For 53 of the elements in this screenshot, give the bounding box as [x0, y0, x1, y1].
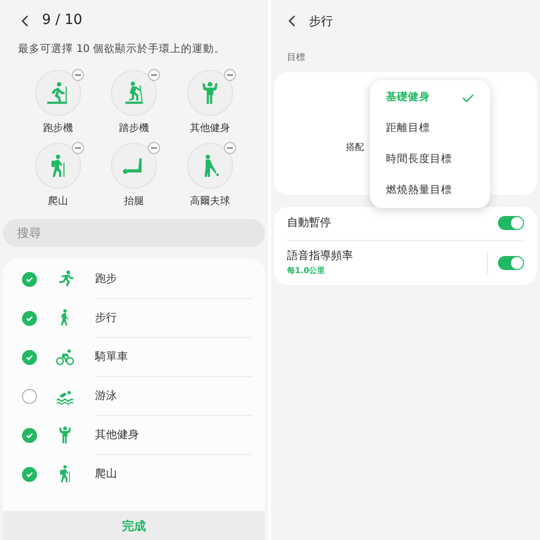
- check-icon: [25, 430, 34, 440]
- sport-name: 跑步: [95, 270, 117, 286]
- sport-label: 其他健身: [190, 122, 230, 136]
- sport-tile[interactable]: [187, 70, 233, 116]
- screen-title: 步行: [309, 12, 333, 30]
- screen-title: 9 / 10: [42, 11, 82, 30]
- check-icon: [25, 274, 34, 284]
- sport-label: 跑步機: [43, 122, 73, 136]
- back-icon[interactable]: [20, 14, 30, 28]
- menu-item[interactable]: 距離目標: [370, 113, 490, 144]
- checkbox[interactable]: [22, 466, 37, 482]
- sport-tile[interactable]: [187, 142, 233, 189]
- remove-icon[interactable]: [72, 68, 84, 81]
- checkbox[interactable]: [22, 310, 37, 326]
- back-icon[interactable]: [287, 14, 297, 28]
- sport-name: 步行: [95, 310, 117, 326]
- check-icon: [25, 470, 34, 479]
- check-icon: [25, 314, 34, 323]
- goal-hint: 搭配: [346, 142, 364, 154]
- menu-item[interactable]: 燃燒熱量目標: [370, 175, 490, 206]
- checkbox[interactable]: [22, 428, 37, 443]
- sport-name: 爬山: [95, 466, 117, 482]
- setting-label: 自動暫停: [287, 214, 331, 231]
- sport-label: 踏步機: [119, 122, 149, 136]
- checkbox[interactable]: [22, 272, 37, 287]
- toggle-switch[interactable]: [498, 216, 524, 230]
- search-field[interactable]: 搜尋: [3, 218, 265, 247]
- sport-tile[interactable]: [111, 142, 157, 189]
- remove-icon[interactable]: [148, 68, 160, 81]
- remove-icon[interactable]: [224, 142, 236, 154]
- sport-name: 騎單車: [95, 348, 128, 364]
- sport-name: 游泳: [95, 388, 117, 404]
- check-icon: [25, 352, 34, 362]
- sport-name: 其他健身: [95, 426, 139, 442]
- cyclist-icon: [55, 347, 75, 368]
- sport-tile[interactable]: [111, 70, 157, 116]
- sport-label: 高爾夫球: [190, 194, 230, 209]
- menu-item[interactable]: 時間長度目標: [370, 144, 490, 175]
- check-icon: [462, 92, 474, 104]
- setting-value: 每1.0公里: [287, 264, 326, 277]
- description-text: 最多可選擇 10 個欲顯示於手環上的運動。: [17, 42, 226, 57]
- checkbox[interactable]: [22, 388, 37, 404]
- checkbox[interactable]: [22, 350, 37, 365]
- remove-icon[interactable]: [148, 142, 160, 154]
- toggle-switch[interactable]: [498, 256, 524, 270]
- sport-label: 爬山: [48, 194, 68, 209]
- sport-label: 抬腿: [124, 194, 144, 209]
- sport-tile[interactable]: [35, 142, 81, 189]
- remove-icon[interactable]: [224, 68, 236, 81]
- setting-label: 語音指導頻率: [287, 248, 353, 264]
- section-label: 目標: [286, 52, 306, 65]
- remove-icon[interactable]: [72, 142, 84, 154]
- sport-tile[interactable]: [35, 70, 81, 116]
